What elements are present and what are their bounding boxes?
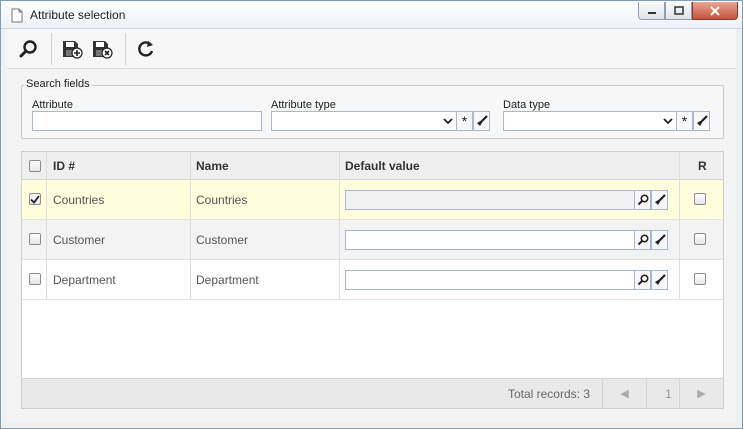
- required-checkbox[interactable]: [694, 233, 706, 245]
- chevron-left-icon: ◀: [620, 388, 629, 400]
- table-row[interactable]: Department Department: [22, 260, 723, 300]
- default-value-search-button[interactable]: [634, 190, 651, 210]
- select-all-checkbox[interactable]: [29, 160, 41, 172]
- total-records: Total records: 3: [507, 387, 590, 401]
- brush-icon: [654, 274, 666, 285]
- attribute-grid: ID # Name Default value R Countries Coun…: [21, 151, 724, 409]
- column-r[interactable]: R: [698, 152, 707, 180]
- cell-name: Department: [196, 273, 259, 287]
- brush-icon: [696, 115, 708, 126]
- data-type-label: Data type: [503, 99, 551, 111]
- required-checkbox[interactable]: [694, 193, 706, 205]
- default-value-clear-button[interactable]: [651, 230, 668, 250]
- checkmark-icon: [30, 194, 40, 204]
- toolbar: [7, 29, 736, 69]
- maximize-button[interactable]: [665, 2, 692, 20]
- next-page-button[interactable]: ▶: [679, 379, 723, 408]
- toolbar-separator: [51, 33, 52, 65]
- attribute-type-label: Attribute type: [271, 99, 336, 111]
- search-icon: [637, 274, 649, 286]
- search-icon: [637, 234, 649, 246]
- save-new-icon: [63, 41, 83, 59]
- save-close-icon: [93, 41, 113, 59]
- chevron-right-icon: ▶: [697, 388, 706, 400]
- window-content: Search fields Attribute Attribute type *…: [7, 29, 736, 423]
- data-type-select[interactable]: [503, 111, 677, 131]
- asterisk-icon: *: [461, 113, 468, 129]
- column-name[interactable]: Name: [196, 152, 229, 180]
- grid-footer: Total records: 3 ◀ 1 ▶: [22, 378, 723, 408]
- minimize-icon: [647, 11, 656, 14]
- refresh-button[interactable]: [133, 36, 159, 62]
- search-icon: [19, 40, 37, 58]
- column-divider: [679, 152, 680, 300]
- default-value-search-button[interactable]: [634, 230, 651, 250]
- close-icon: [710, 5, 720, 16]
- grid-header: ID # Name Default value R: [22, 152, 723, 180]
- maximize-icon: [673, 6, 684, 15]
- default-value-clear-button[interactable]: [651, 270, 668, 290]
- cell-id: Department: [53, 273, 116, 287]
- chevron-down-icon: [440, 112, 456, 130]
- brush-icon: [654, 194, 666, 205]
- attribute-selection-window: Attribute selection Search fields Attrib…: [0, 0, 743, 429]
- default-value-clear-button[interactable]: [651, 190, 668, 210]
- document-icon: [11, 8, 23, 23]
- default-value-input[interactable]: [345, 190, 635, 210]
- attribute-label: Attribute: [32, 99, 73, 111]
- row-checkbox[interactable]: [29, 193, 41, 205]
- attribute-type-clear-button[interactable]: [473, 111, 490, 131]
- column-default-value[interactable]: Default value: [345, 152, 420, 180]
- search-fields-legend: Search fields: [24, 78, 92, 90]
- search-icon: [637, 194, 649, 206]
- table-row[interactable]: Customer Customer: [22, 220, 723, 260]
- column-id[interactable]: ID #: [53, 152, 75, 180]
- previous-page-button[interactable]: ◀: [602, 379, 646, 408]
- close-button[interactable]: [692, 2, 738, 20]
- default-value-input[interactable]: [345, 230, 635, 250]
- asterisk-icon: *: [681, 113, 688, 129]
- default-value-search-button[interactable]: [634, 270, 651, 290]
- row-checkbox[interactable]: [29, 273, 41, 285]
- window-title: Attribute selection: [30, 8, 126, 22]
- save-new-button[interactable]: [59, 36, 85, 62]
- default-value-input[interactable]: [345, 270, 635, 290]
- brush-icon: [476, 115, 488, 126]
- save-close-button[interactable]: [89, 36, 115, 62]
- current-page: 1: [665, 386, 672, 401]
- window-controls: [638, 2, 738, 20]
- title-bar[interactable]: Attribute selection: [1, 1, 742, 29]
- search-button[interactable]: [15, 36, 41, 62]
- search-fields-panel: Search fields Attribute Attribute type *…: [21, 78, 724, 139]
- attribute-type-any-button[interactable]: *: [456, 111, 473, 131]
- cell-id: Countries: [53, 193, 105, 207]
- cell-id: Customer: [53, 233, 106, 247]
- data-type-clear-button[interactable]: [693, 111, 710, 131]
- minimize-button[interactable]: [638, 2, 665, 20]
- toolbar-separator: [125, 33, 126, 65]
- attribute-type-select[interactable]: [271, 111, 457, 131]
- required-checkbox[interactable]: [694, 273, 706, 285]
- attribute-input[interactable]: [32, 111, 262, 131]
- cell-name: Customer: [196, 233, 249, 247]
- brush-icon: [654, 234, 666, 245]
- chevron-down-icon: [660, 112, 676, 130]
- data-type-any-button[interactable]: *: [676, 111, 693, 131]
- refresh-icon: [138, 41, 154, 57]
- cell-name: Countries: [196, 193, 248, 207]
- table-row[interactable]: Countries Countries: [22, 180, 723, 220]
- column-divider: [46, 152, 47, 300]
- row-checkbox[interactable]: [29, 233, 41, 245]
- column-divider: [190, 152, 191, 300]
- column-divider: [339, 152, 340, 300]
